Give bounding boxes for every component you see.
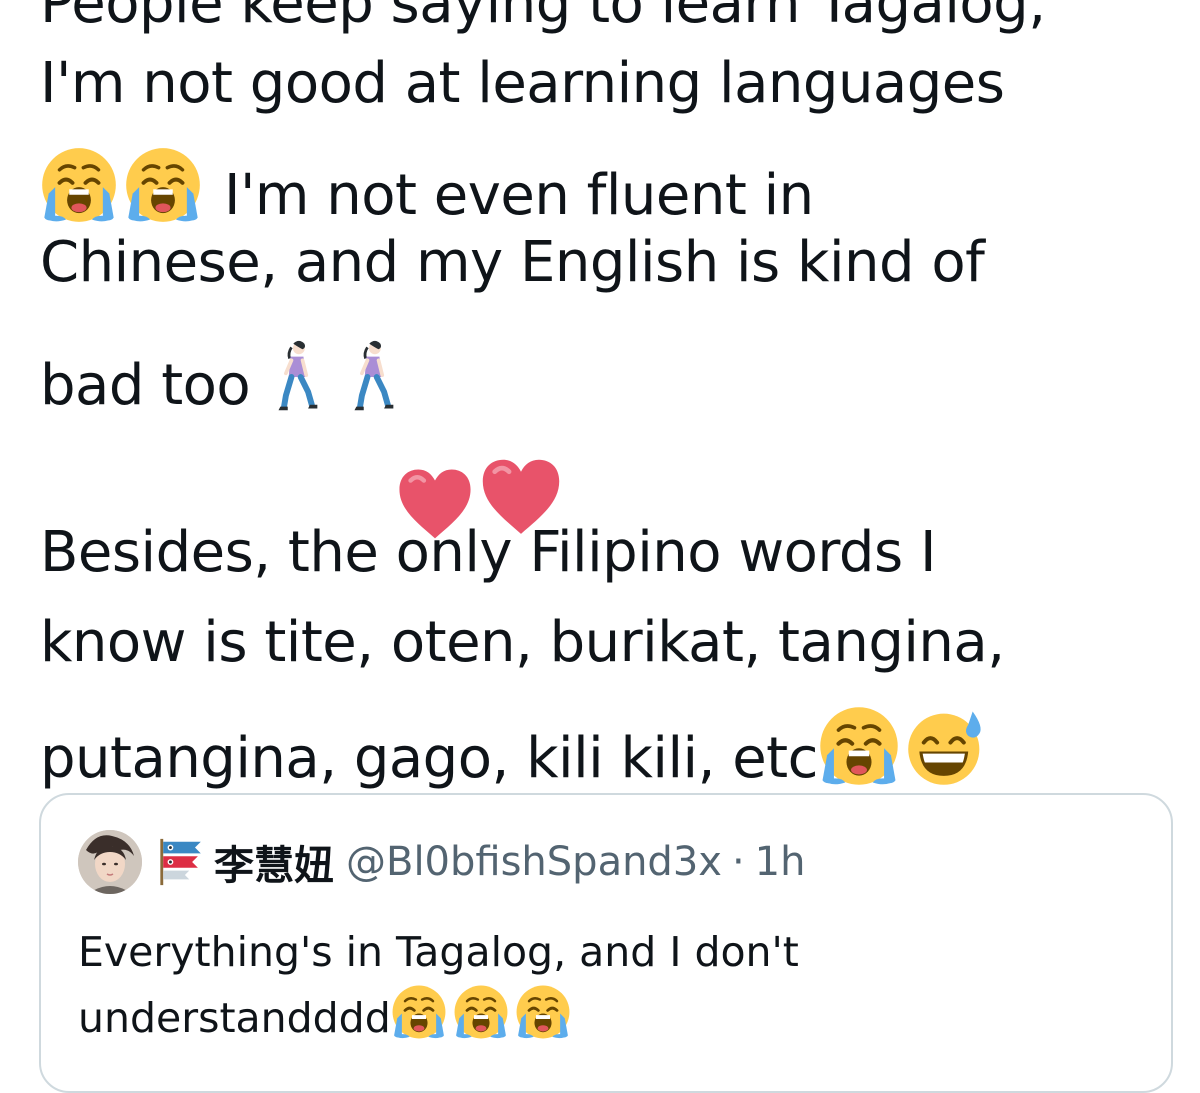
- tweet-line: People keep saying to learn Tagalog,: [40, 0, 1046, 36]
- loudly-crying-face-icon: [124, 146, 202, 224]
- grinning-face-with-sweat-icon: [906, 707, 986, 787]
- woman-walking-icon: [350, 340, 396, 414]
- tweet-line: I'm not good at learning languages: [40, 51, 1005, 116]
- loudly-crying-face-icon: [515, 984, 571, 1040]
- loudly-crying-face-icon: [453, 984, 509, 1040]
- carp-streamer-icon: [156, 836, 208, 888]
- quoted-tweet-line: Everything's in Tagalog, and I don't: [78, 928, 799, 976]
- woman-walking-icon: [274, 340, 320, 414]
- tweet-line: I'm not even fluent in: [40, 146, 814, 224]
- user-handle[interactable]: @Bl0bfishSpand3x: [346, 839, 722, 885]
- loudly-crying-face-icon: [391, 984, 447, 1040]
- tweet-line: know is tite, oten, burikat, tangina,: [40, 610, 1005, 675]
- loudly-crying-face-icon: [818, 705, 900, 787]
- quoted-tweet-card[interactable]: 李慧妞 @Bl0bfishSpand3x · 1h Everything's i…: [39, 793, 1173, 1093]
- loudly-crying-face-icon: [40, 146, 118, 224]
- quoted-tweet-line: understandddd: [78, 984, 1158, 1050]
- tweet-line: bad too: [40, 340, 426, 414]
- quoted-tweet-header: 李慧妞 @Bl0bfishSpand3x · 1h: [78, 830, 806, 894]
- quoted-tweet-text: Everything's in Tagalog, and I don't und…: [78, 920, 1158, 1050]
- tweet-line: Chinese, and my English is kind of: [40, 230, 985, 295]
- tweet-line: Besides, the only Filipino words I: [40, 520, 936, 585]
- avatar[interactable]: [78, 830, 142, 894]
- avatar-image: [78, 830, 142, 894]
- tweet-line: putangina, gago, kili kili, etc: [40, 705, 992, 787]
- timestamp[interactable]: 1h: [755, 839, 806, 885]
- separator-dot: ·: [731, 839, 745, 885]
- display-name[interactable]: 李慧妞: [214, 833, 334, 891]
